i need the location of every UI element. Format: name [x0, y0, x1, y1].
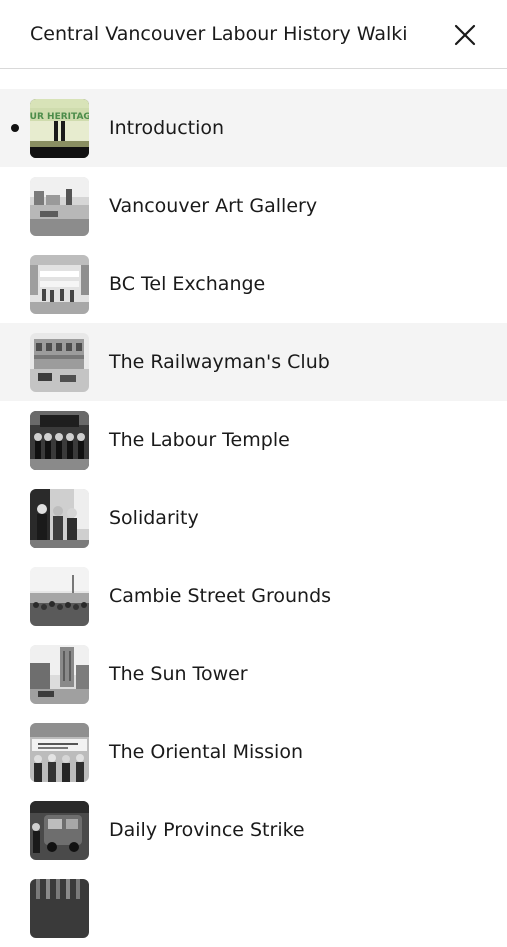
- stop-thumbnail: [30, 567, 89, 626]
- stop-list: OUR HERITAGE Introduction Van: [0, 89, 507, 947]
- stop-thumbnail: [30, 177, 89, 236]
- stop-label: Cambie Street Grounds: [109, 585, 332, 607]
- stop-item-next-partial[interactable]: [0, 869, 507, 947]
- stop-label: The Railwayman's Club: [109, 351, 330, 373]
- tour-title: Central Vancouver Labour History Walki: [30, 23, 408, 45]
- stop-label: Introduction: [109, 117, 225, 139]
- stop-label: Vancouver Art Gallery: [109, 195, 318, 217]
- stop-item-the-sun-tower[interactable]: The Sun Tower: [0, 635, 507, 713]
- stop-item-the-railwaymans-club[interactable]: The Railwayman's Club: [0, 323, 507, 401]
- stop-label: The Labour Temple: [109, 429, 290, 451]
- stop-thumbnail: [30, 723, 89, 782]
- header: Central Vancouver Labour History Walki: [0, 0, 507, 69]
- stop-item-solidarity[interactable]: Solidarity: [0, 479, 507, 557]
- stop-thumbnail: [30, 645, 89, 704]
- stop-item-daily-province-strike[interactable]: Daily Province Strike: [0, 791, 507, 869]
- stop-item-introduction[interactable]: OUR HERITAGE Introduction: [0, 89, 507, 167]
- stop-thumbnail: [30, 411, 89, 470]
- stop-label: BC Tel Exchange: [109, 273, 266, 295]
- stop-item-the-oriental-mission[interactable]: The Oriental Mission: [0, 713, 507, 791]
- stop-thumbnail: [30, 879, 89, 938]
- stop-label: Solidarity: [109, 507, 199, 529]
- stop-label: The Sun Tower: [109, 663, 248, 685]
- stop-thumbnail: [30, 801, 89, 860]
- stop-thumbnail: [30, 489, 89, 548]
- stop-item-vancouver-art-gallery[interactable]: Vancouver Art Gallery: [0, 167, 507, 245]
- close-icon: [454, 24, 476, 46]
- stop-thumbnail: [30, 255, 89, 314]
- stop-label: The Oriental Mission: [109, 741, 303, 763]
- current-stop-marker: [11, 124, 19, 132]
- stop-item-cambie-street-grounds[interactable]: Cambie Street Grounds: [0, 557, 507, 635]
- stop-label: Daily Province Strike: [109, 819, 305, 841]
- thumb-heritage-text: OUR HERITAGE: [30, 112, 89, 122]
- close-button[interactable]: [450, 20, 480, 50]
- stop-thumbnail: OUR HERITAGE: [30, 99, 89, 158]
- stop-item-bc-tel-exchange[interactable]: BC Tel Exchange: [0, 245, 507, 323]
- stop-thumbnail: [30, 333, 89, 392]
- stop-item-the-labour-temple[interactable]: The Labour Temple: [0, 401, 507, 479]
